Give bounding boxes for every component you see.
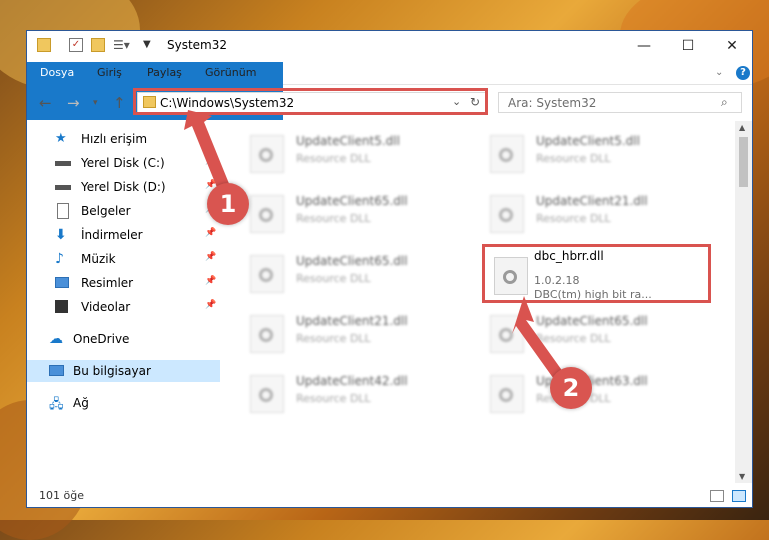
arrow-2-icon: [512, 296, 566, 382]
annotation-arrows: [184, 110, 566, 382]
step-badge-1: 1: [207, 183, 249, 225]
arrow-1-icon: [184, 110, 230, 190]
step-badge-2: 2: [550, 367, 592, 409]
